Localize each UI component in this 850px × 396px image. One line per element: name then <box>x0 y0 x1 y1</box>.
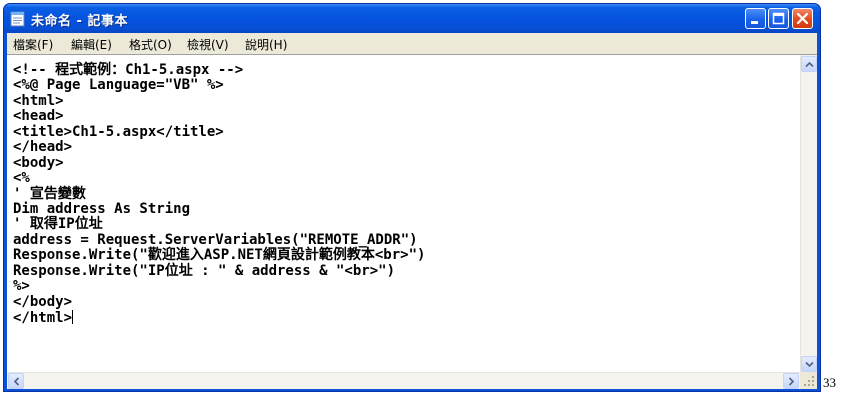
code-line: ' 宣告變數 <box>13 185 86 202</box>
menu-file[interactable]: 檔案(F) <box>13 36 53 53</box>
minimize-button[interactable] <box>745 8 766 29</box>
scroll-up-icon <box>805 61 814 68</box>
scroll-left-icon <box>13 377 20 386</box>
scroll-right-icon <box>788 377 795 386</box>
code-line: <html> <box>13 92 64 109</box>
code-line: </head> <box>13 139 73 156</box>
code-line: <% <box>13 170 30 187</box>
page-number: 33 <box>823 375 836 390</box>
maximize-button[interactable] <box>768 8 789 29</box>
code-line: Response.Write("IP位址 : " & address & "<b… <box>13 262 396 279</box>
code-line: <!-- 程式範例：Ch1-5.aspx --> <box>13 62 244 78</box>
window-title: 未命名 - 記事本 <box>31 14 128 29</box>
code-line: <%@ Page Language="VB" %> <box>13 77 224 94</box>
code-line: <body> <box>13 154 64 171</box>
menu-bar: 檔案(F) 編輯(E) 格式(O) 檢視(V) 說明(H) <box>7 33 817 54</box>
resize-grip-icon <box>804 376 814 386</box>
scroll-up-button[interactable] <box>801 56 817 72</box>
scroll-down-icon <box>805 361 814 368</box>
text-caret <box>72 310 74 324</box>
vertical-scrollbar[interactable] <box>800 55 817 373</box>
code-line: address = Request.ServerVariables("REMOT… <box>13 231 418 248</box>
code-line: </body> <box>13 293 73 310</box>
scroll-down-button[interactable] <box>801 356 817 372</box>
menu-help[interactable]: 說明(H) <box>245 36 287 53</box>
editor-content[interactable]: <!-- 程式範例：Ch1-5.aspx --> <%@ Page Languag… <box>13 62 426 326</box>
close-icon <box>796 12 809 25</box>
menu-format[interactable]: 格式(O) <box>129 36 172 53</box>
maximize-icon <box>772 12 785 25</box>
notepad-icon <box>10 11 25 27</box>
code-line: <title>Ch1-5.aspx</title> <box>13 123 224 140</box>
code-line: Response.Write("歡迎進入ASP.NET網頁設計範例教本<br>"… <box>13 247 426 264</box>
resize-grip[interactable] <box>800 372 817 389</box>
text-editor[interactable]: <!-- 程式範例：Ch1-5.aspx --> <%@ Page Languag… <box>7 54 817 389</box>
title-bar[interactable]: 未命名 - 記事本 <box>4 4 820 33</box>
code-line: </html> <box>13 310 73 326</box>
code-line: <head> <box>13 108 64 125</box>
menu-edit[interactable]: 編輯(E) <box>71 36 112 53</box>
notepad-window: 未命名 - 記事本 檔案(F) 編輯(E) 格式(O) 檢視(V) 說明(H) … <box>3 3 821 392</box>
menu-view[interactable]: 檢視(V) <box>187 36 229 53</box>
close-button[interactable] <box>792 8 813 29</box>
scroll-right-button[interactable] <box>783 373 799 389</box>
minimize-icon <box>751 21 758 24</box>
scroll-left-button[interactable] <box>8 373 24 389</box>
horizontal-scrollbar[interactable] <box>7 372 800 389</box>
code-line: %> <box>13 278 30 295</box>
code-line: ' 取得IP位址 <box>13 216 103 233</box>
